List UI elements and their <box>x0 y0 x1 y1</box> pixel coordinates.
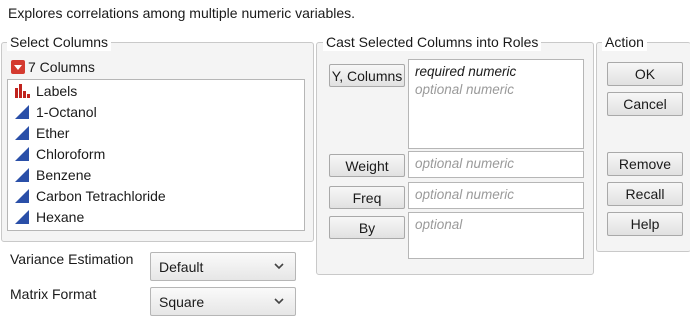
matrix-format-value: Square <box>159 293 205 310</box>
continuous-triangle-icon <box>14 125 30 141</box>
freq-role-field[interactable]: optional numeric <box>408 182 584 209</box>
weight-button[interactable]: Weight <box>329 154 405 177</box>
remove-button[interactable]: Remove <box>607 152 683 176</box>
columns-list[interactable]: Labels 1-Octanol Ether Chloroform Benzen… <box>7 79 305 231</box>
matrix-format-label: Matrix Format <box>10 286 97 302</box>
cast-roles-title: Cast Selected Columns into Roles <box>323 33 542 51</box>
continuous-triangle-icon <box>14 104 30 120</box>
column-label: Labels <box>36 83 78 99</box>
column-item-hexane[interactable]: Hexane <box>14 207 84 227</box>
variance-estimation-label: Variance Estimation <box>10 251 134 267</box>
recall-button[interactable]: Recall <box>607 182 683 206</box>
select-columns-panel: Select Columns 7 Columns Labels 1-Octano… <box>1 33 314 242</box>
column-label: Chloroform <box>36 146 106 162</box>
continuous-triangle-icon <box>14 209 30 225</box>
ok-button[interactable]: OK <box>607 62 683 86</box>
column-item-chloroform[interactable]: Chloroform <box>14 144 105 164</box>
column-item-1-octanol[interactable]: 1-Octanol <box>14 102 97 122</box>
column-label: Hexane <box>36 209 85 225</box>
select-columns-title: Select Columns <box>7 33 112 51</box>
disclosure-triangle-icon[interactable] <box>11 60 25 74</box>
matrix-format-select[interactable]: Square <box>150 287 296 316</box>
y-columns-button[interactable]: Y, Columns <box>329 64 405 87</box>
column-label: Carbon Tetrachloride <box>36 188 166 204</box>
columns-count-label: 7 Columns <box>28 59 95 75</box>
continuous-triangle-icon <box>14 146 30 162</box>
column-item-carbon-tetrachloride[interactable]: Carbon Tetrachloride <box>14 186 166 206</box>
column-item-labels[interactable]: Labels <box>14 81 77 101</box>
column-label: 1-Octanol <box>36 104 97 120</box>
action-panel: Action OK Cancel Remove Recall Help <box>596 33 690 252</box>
column-label: Ether <box>36 125 70 141</box>
help-button[interactable]: Help <box>607 212 683 236</box>
action-title: Action <box>602 33 647 51</box>
continuous-triangle-icon <box>14 188 30 204</box>
variance-estimation-select[interactable]: Default <box>150 252 296 281</box>
y-columns-optional: optional numeric <box>415 82 515 97</box>
cast-roles-panel: Cast Selected Columns into Roles Y, Colu… <box>316 33 594 275</box>
nominal-bar-icon <box>14 83 30 99</box>
dialog-description: Explores correlations among multiple num… <box>8 5 356 21</box>
continuous-triangle-icon <box>14 167 30 183</box>
variance-estimation-value: Default <box>159 258 204 275</box>
cancel-button[interactable]: Cancel <box>607 92 683 116</box>
chevron-down-icon <box>274 263 284 270</box>
y-columns-role-box[interactable]: required numeric optional numeric <box>408 59 584 149</box>
column-label: Benzene <box>36 167 92 183</box>
columns-count-row[interactable]: 7 Columns <box>11 59 95 75</box>
by-role-field[interactable]: optional <box>408 212 584 259</box>
column-item-benzene[interactable]: Benzene <box>14 165 91 185</box>
weight-role-field[interactable]: optional numeric <box>408 151 584 178</box>
freq-button[interactable]: Freq <box>329 186 405 209</box>
column-item-ether[interactable]: Ether <box>14 123 69 143</box>
chevron-down-icon <box>274 298 284 305</box>
by-button[interactable]: By <box>329 216 405 239</box>
y-columns-required: required numeric <box>415 64 517 79</box>
